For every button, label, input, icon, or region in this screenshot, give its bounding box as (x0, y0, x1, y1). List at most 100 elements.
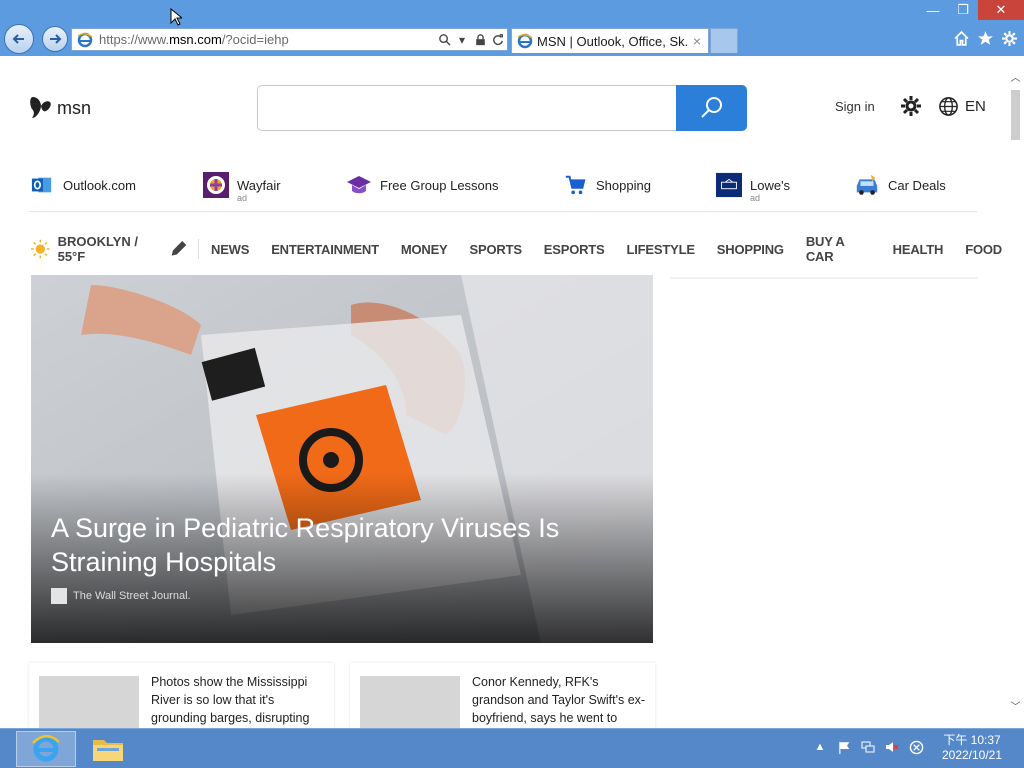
address-url[interactable]: https://www.msn.com/?ocid=iehp (99, 32, 435, 47)
volume-muted-icon[interactable] (884, 739, 900, 755)
arrow-right-icon (50, 34, 62, 44)
card-headline[interactable]: Conor Kennedy, RFK's grandson and Taylor… (472, 673, 652, 727)
action-center-icon[interactable] (908, 739, 924, 755)
minimize-button[interactable]: — (918, 0, 948, 20)
system-tray: ▲ (812, 739, 924, 755)
weather-widget[interactable]: BROOKLYN / 55°F (31, 234, 199, 264)
window-controls: — ❐ ✕ (918, 0, 1024, 20)
card-thumbnail (39, 676, 139, 728)
msn-butterfly-icon (30, 97, 51, 118)
chrome-toolbar-icons (952, 29, 1018, 47)
quicklink-outlook[interactable]: Outlook.com (29, 170, 136, 200)
quicklinks-bar: Outlook.com Wayfair ad Free Group Lessons… (29, 170, 977, 212)
quicklink-label: Wayfair ad (237, 177, 281, 203)
scroll-down-icon[interactable]: ﹀ (1007, 697, 1024, 714)
tray-expand-icon[interactable]: ▲ (812, 739, 828, 755)
nav-sports[interactable]: SPORTS (470, 242, 522, 257)
nav-health[interactable]: HEALTH (893, 242, 944, 257)
nav-news[interactable]: NEWS (211, 242, 249, 257)
source-logo-icon (51, 588, 67, 604)
category-nav: BROOKLYN / 55°F NEWS ENTERTAINMENT MONEY… (31, 234, 1024, 264)
forward-button[interactable] (42, 26, 68, 52)
browser-chrome: https://www.msn.com/?ocid=iehp ▾ MSN | O… (0, 0, 1024, 56)
quicklink-free-group-lessons[interactable]: Free Group Lessons (346, 170, 499, 200)
taskbar-explorer-button[interactable] (86, 731, 130, 767)
ie-favicon-icon (77, 32, 93, 47)
settings-gear-icon[interactable] (900, 95, 922, 117)
ad-badge: ad (237, 192, 248, 203)
favorites-star-icon[interactable] (976, 29, 994, 47)
quicklink-car-deals[interactable]: Car Deals (854, 170, 946, 200)
quicklink-label: Shopping (596, 177, 651, 193)
search-button[interactable] (676, 85, 747, 131)
restore-button[interactable]: ❐ (948, 0, 978, 20)
quicklink-shopping[interactable]: Shopping (562, 170, 651, 200)
hero-card[interactable]: A Surge in Pediatric Respiratory Viruses… (31, 275, 653, 643)
search-dropdown-icon[interactable] (435, 31, 453, 49)
tab-close-button[interactable]: × (689, 33, 705, 49)
sidebar-placeholder (670, 275, 978, 279)
tools-gear-icon[interactable] (1000, 29, 1018, 47)
nav-entertainment[interactable]: ENTERTAINMENT (271, 242, 379, 257)
search-icon (700, 97, 722, 118)
quicklink-label: Outlook.com (63, 177, 136, 193)
nav-lifestyle[interactable]: LIFESTYLE (627, 242, 695, 257)
scroll-thumb[interactable] (1011, 90, 1020, 140)
new-tab-button[interactable] (710, 28, 738, 53)
quicklink-lowes[interactable]: Lowe's ad (716, 170, 791, 203)
language-selector[interactable]: EN (938, 96, 986, 117)
nav-money[interactable]: MONEY (401, 242, 448, 257)
outlook-icon (29, 172, 55, 198)
home-icon[interactable] (952, 29, 970, 47)
msn-logo-text: msn (57, 97, 92, 118)
news-card[interactable]: Photos show the Mississippi River is so … (29, 663, 334, 728)
flag-icon[interactable] (836, 739, 852, 755)
lock-icon[interactable] (471, 31, 489, 49)
address-bar[interactable]: https://www.msn.com/?ocid=iehp ▾ (71, 28, 508, 51)
browser-tab[interactable]: MSN | Outlook, Office, Sk... × (511, 28, 709, 53)
quicklink-label: Car Deals (888, 177, 946, 193)
mouse-cursor-icon (170, 8, 182, 26)
refresh-icon[interactable] (489, 31, 507, 49)
ie-favicon-icon (517, 33, 533, 49)
language-label: EN (965, 98, 986, 115)
taskbar: ▲ 下午 10:37 2022/10/21 (0, 728, 1024, 768)
network-icon[interactable] (860, 739, 876, 755)
chevron-down-icon[interactable]: ▾ (453, 31, 471, 49)
shopping-cart-icon (562, 172, 588, 198)
msn-logo[interactable]: msn (29, 94, 91, 122)
news-card[interactable]: Conor Kennedy, RFK's grandson and Taylor… (350, 663, 655, 728)
car-icon (854, 172, 880, 198)
graduation-cap-icon (346, 172, 372, 198)
globe-icon (939, 97, 958, 116)
hero-source: The Wall Street Journal. (51, 588, 191, 604)
vertical-scrollbar[interactable]: ︿ ﹀ (1007, 56, 1024, 728)
hero-source-name: The Wall Street Journal. (73, 590, 191, 602)
edit-pencil-icon[interactable] (169, 239, 188, 259)
close-button[interactable]: ✕ (978, 0, 1024, 20)
tab-title: MSN | Outlook, Office, Sk... (537, 33, 689, 49)
lowes-icon (716, 172, 742, 198)
quicklink-wayfair[interactable]: Wayfair ad (203, 170, 281, 203)
nav-buy-a-car[interactable]: BUY A CAR (806, 234, 871, 264)
internet-explorer-icon (32, 735, 60, 762)
sun-icon (31, 239, 50, 259)
nav-esports[interactable]: ESPORTS (544, 242, 605, 257)
clock-time: 下午 10:37 (943, 733, 1001, 747)
ad-badge: ad (750, 192, 761, 203)
scroll-up-icon[interactable]: ︿ (1007, 68, 1024, 85)
back-button[interactable] (4, 24, 34, 54)
nav-shopping[interactable]: SHOPPING (717, 242, 784, 257)
nav-food[interactable]: FOOD (965, 242, 1002, 257)
taskbar-ie-button[interactable] (16, 731, 76, 767)
quicklink-label: Lowe's ad (750, 177, 791, 203)
taskbar-clock[interactable]: 下午 10:37 2022/10/21 (936, 733, 1008, 763)
hero-headline[interactable]: A Surge in Pediatric Respiratory Viruses… (51, 511, 611, 579)
arrow-left-icon (12, 34, 24, 44)
card-headline[interactable]: Photos show the Mississippi River is so … (151, 673, 331, 727)
folder-icon (93, 740, 123, 761)
search-input[interactable] (257, 85, 677, 131)
quicklink-label: Free Group Lessons (380, 177, 499, 193)
signin-link[interactable]: Sign in (835, 99, 875, 114)
card-thumbnail (360, 676, 460, 728)
